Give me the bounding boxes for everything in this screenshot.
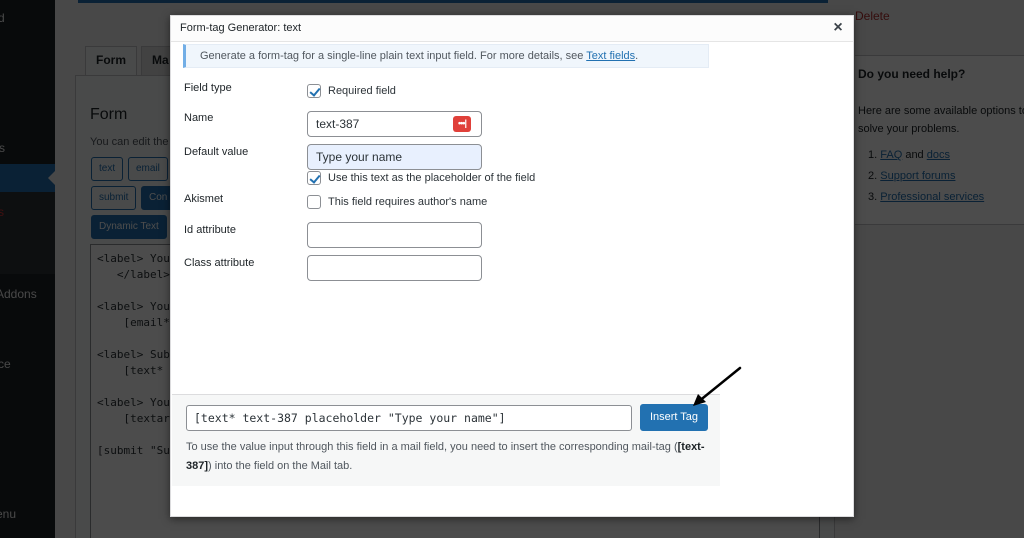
dialog-header: Form-tag Generator: text × xyxy=(171,16,853,42)
annotation-arrow-icon xyxy=(693,366,742,406)
name-label: Name xyxy=(184,112,214,124)
id-attribute-input[interactable] xyxy=(307,222,482,248)
class-attribute-input[interactable] xyxy=(307,255,482,281)
close-icon[interactable]: × xyxy=(828,18,848,38)
checkbox-checked-icon[interactable] xyxy=(307,84,321,98)
generated-tag-field[interactable]: [text* text-387 placeholder "Type your n… xyxy=(186,405,632,431)
default-value-label: Default value xyxy=(184,146,249,158)
dialog-title: Form-tag Generator: text xyxy=(180,22,302,34)
use-as-placeholder-checkbox[interactable]: Use this text as the placeholder of the … xyxy=(307,171,535,185)
mail-tag-hint: To use the value input through this fiel… xyxy=(186,441,705,472)
name-input[interactable]: text-387 •••| xyxy=(307,111,482,137)
insert-tag-box: [text* text-387 placeholder "Type your n… xyxy=(172,394,720,486)
info-notice: Generate a form-tag for a single-line pl… xyxy=(183,44,709,68)
required-field-checkbox[interactable]: Required field xyxy=(307,84,396,98)
checkbox-checked-icon[interactable] xyxy=(307,171,321,185)
id-attribute-label: Id attribute xyxy=(184,224,236,236)
password-manager-icon[interactable]: •••| xyxy=(453,116,471,132)
field-type-label: Field type xyxy=(184,82,232,94)
default-value-input[interactable]: Type your name xyxy=(307,144,482,170)
checkbox-unchecked-icon[interactable] xyxy=(307,195,321,209)
akismet-author-name-checkbox[interactable]: This field requires author's name xyxy=(307,195,487,209)
akismet-label: Akismet xyxy=(184,193,224,205)
class-attribute-label: Class attribute xyxy=(184,257,255,269)
text-fields-link[interactable]: Text fields xyxy=(586,50,635,62)
form-tag-generator-dialog: Form-tag Generator: text × Generate a fo… xyxy=(170,15,854,517)
